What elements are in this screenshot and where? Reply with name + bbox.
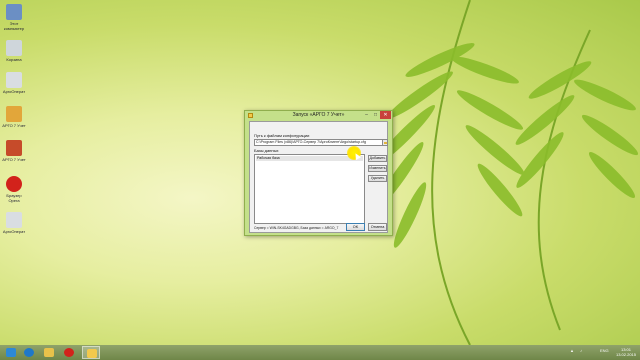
desktop-icon-label: АРГО 7 Учет [2,123,26,128]
desktop-icon-label: Корзина [6,57,22,62]
tray-volume-icon[interactable]: ♪ [580,348,582,353]
internet-explorer-icon [24,348,34,357]
argo-accounting-icon [87,349,97,358]
taskbar-internet-explorer[interactable] [20,346,38,359]
add-database-button[interactable]: Добавить [368,155,387,162]
desktop-icon-label: АргоОперат [2,89,26,94]
clock-date: 13.02.2015 [615,352,637,357]
desktop-icon-argo-operator[interactable]: АргоОперат [2,72,26,94]
edit-database-button[interactable]: Изменить [368,165,387,172]
taskbar-opera[interactable] [60,346,78,359]
desktop-icon-argo-operator-2[interactable]: АргоОперат [2,212,26,234]
desktop-icon-label: АргоОперат [2,229,26,234]
recycle-bin-icon [6,40,22,56]
dialog-body: Путь к файлам конфигурации C:\Program Fi… [249,121,388,233]
taskbar-argo-accounting[interactable] [82,346,100,359]
cancel-button[interactable]: Отмена [368,223,387,231]
file-explorer-icon [44,348,54,357]
connection-status: Сервер = WIN-SK4GADGBG, База данных = AR… [254,226,339,230]
delete-database-button[interactable]: Удалить [368,175,387,182]
config-path-field[interactable]: C:\Program Files (x86)\АРГО-Сервер 7\Арг… [254,139,383,146]
opera-icon [6,176,22,192]
dialog-titlebar[interactable]: Запуск «АРГО 7 Учет» – □ ✕ [245,111,392,121]
ok-button[interactable]: OK [346,223,365,231]
config-path-label: Путь к файлам конфигурации [254,133,310,138]
mouse-cursor-highlight [347,146,361,160]
list-item[interactable]: Рабочая база [256,156,363,161]
database-list[interactable]: Рабочая база [254,154,365,224]
desktop-icon-argo-pen[interactable]: АРГО 7 Учет [2,140,26,162]
taskbar: ▲ ♪ ENG 13:01 13.02.2015 [0,345,640,360]
maximize-button[interactable]: □ [371,111,380,119]
taskbar-file-explorer[interactable] [40,346,58,359]
minimize-button[interactable]: – [362,111,371,119]
argo-accounting-icon [6,106,22,122]
system-clock[interactable]: 13:01 13.02.2015 [614,347,638,357]
desktop-icon-label: Этот компьютер [3,21,25,31]
close-button[interactable]: ✕ [380,111,391,119]
desktop-icon-label: Браузер Opera [6,193,22,203]
argo-operator-icon [6,212,22,228]
computer-icon [6,4,22,20]
desktop-icon-recycle-bin[interactable]: Корзина [2,40,26,62]
language-indicator[interactable]: ENG [600,348,609,353]
desktop-icon-opera[interactable]: Браузер Opera [2,176,26,203]
desktop-icon-label: АРГО 7 Учет [2,157,26,162]
desktop-icon-argo-accounting[interactable]: АРГО 7 Учет [2,106,26,128]
databases-label: Базы данных [254,148,279,153]
windows-start-icon [6,348,16,357]
desktop-icon-computer[interactable]: Этот компьютер [2,4,26,31]
browse-folder-button[interactable] [382,139,388,146]
launch-dialog: Запуск «АРГО 7 Учет» – □ ✕ Путь к файлам… [244,110,393,236]
opera-icon [64,348,74,357]
start-button[interactable] [2,346,20,359]
tray-network-icon[interactable]: ▲ [570,348,574,353]
argo-pen-icon [6,140,22,156]
argo-operator-icon [6,72,22,88]
